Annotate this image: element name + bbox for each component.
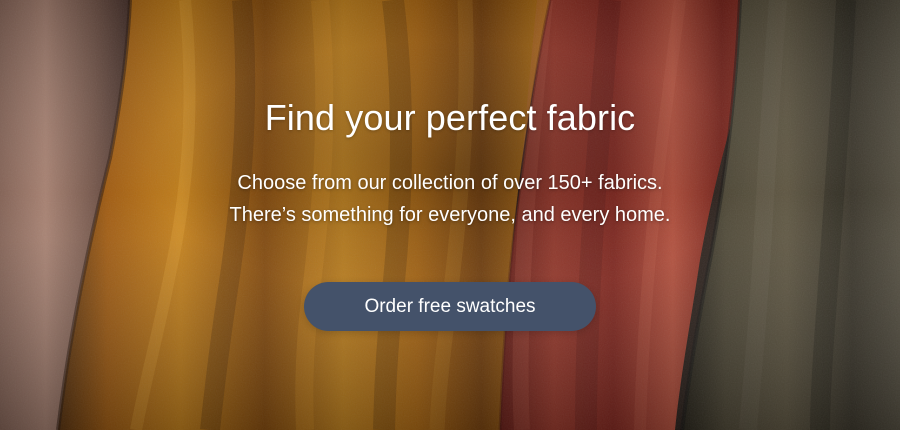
hero-headline: Find your perfect fabric bbox=[264, 97, 636, 138]
hero-content: Find your perfect fabric Choose from our… bbox=[0, 0, 900, 430]
order-free-swatches-button[interactable]: Order free swatches bbox=[304, 282, 596, 331]
hero-subtext-line-2: There’s something for everyone, and ever… bbox=[229, 204, 671, 226]
hero-banner: Find your perfect fabric Choose from our… bbox=[0, 0, 900, 430]
hero-subtext-line-1: Choose from our collection of over 150+ … bbox=[237, 172, 663, 194]
